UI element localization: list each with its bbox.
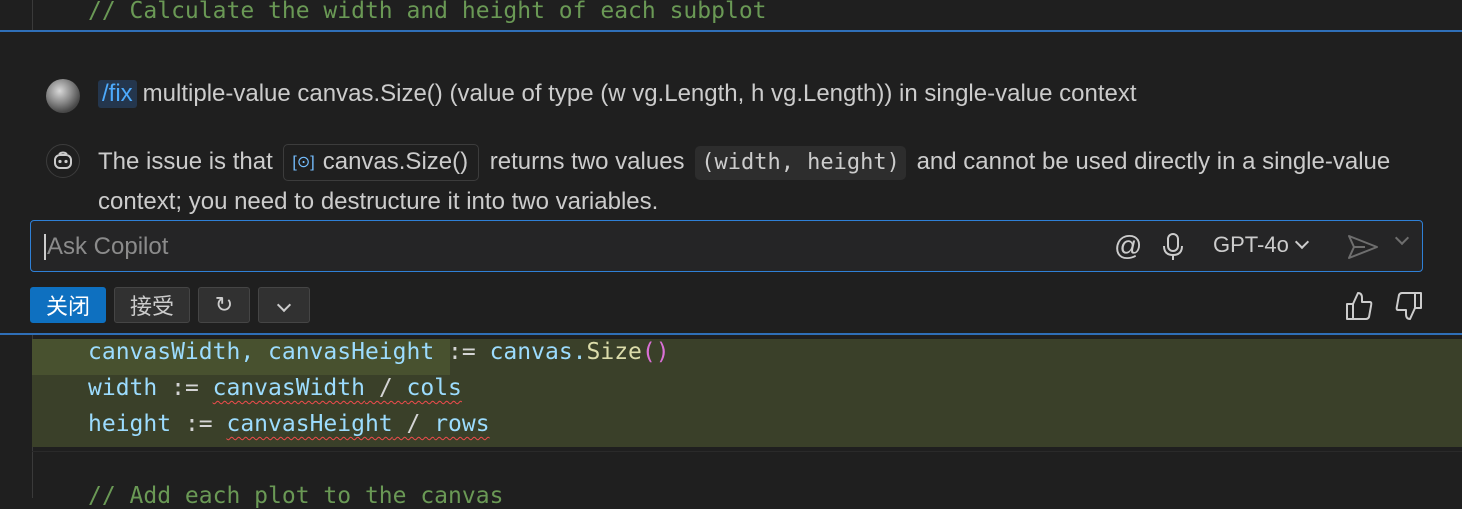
thumbs-up-icon[interactable]: [1344, 290, 1374, 322]
code-token: canvasWidth: [212, 375, 365, 401]
code-token: cols: [406, 375, 462, 401]
code-line-3: height := canvasHeight / rows: [88, 411, 490, 437]
code-token: canvas.: [489, 339, 587, 365]
send-icon[interactable]: [1345, 232, 1381, 262]
chevron-down-icon: [276, 297, 292, 313]
divider: [32, 451, 1462, 452]
code-token: :=: [157, 375, 213, 401]
code-token: canvasWidth, canvasHeight: [88, 339, 435, 365]
code-comment: // Calculate the width and height of eac…: [88, 0, 767, 24]
user-message: multiple-value canvas.Size() (value of t…: [142, 80, 1137, 107]
symbol-reference-chip[interactable]: [⊙] canvas.Size(): [283, 144, 480, 181]
model-picker[interactable]: GPT-4o: [1213, 232, 1309, 258]
code-token: :=: [434, 339, 490, 365]
code-line-2: width := canvasWidth / cols: [88, 375, 462, 401]
thumbs-down-icon[interactable]: [1394, 290, 1424, 322]
code-token: /: [392, 411, 435, 437]
editor-top-region: // Calculate the width and height of eac…: [0, 0, 1462, 30]
inline-code: (width, height): [695, 146, 906, 180]
chevron-down-icon: [1394, 230, 1410, 246]
accept-button[interactable]: 接受: [114, 287, 190, 323]
code-token: /: [364, 375, 407, 401]
refresh-icon: ↻: [214, 292, 234, 317]
code-token: rows: [434, 411, 490, 437]
user-request: /fix multiple-value canvas.Size() (value …: [98, 80, 1137, 108]
code-token: height: [88, 411, 172, 437]
at-mention-icon[interactable]: @: [1114, 230, 1142, 262]
close-button[interactable]: 关闭: [30, 287, 106, 323]
indent-guide: [32, 0, 33, 30]
code-token: Size: [586, 339, 642, 365]
code-token: width: [88, 375, 158, 401]
model-label: GPT-4o: [1213, 232, 1289, 257]
chat-input-box: @ GPT-4o: [30, 220, 1423, 273]
more-actions-button[interactable]: [258, 287, 310, 323]
code-comment: // Add each plot to the canvas: [88, 483, 504, 509]
send-options-button[interactable]: [1389, 230, 1410, 253]
code-editor-diff: canvasWidth, canvasHeight := canvas.Size…: [0, 335, 1462, 509]
code-token: :=: [171, 411, 227, 437]
copilot-icon: [46, 144, 80, 178]
chevron-down-icon: [1294, 234, 1309, 250]
symbol-reference-label: canvas.Size(): [322, 148, 469, 175]
inline-chat-widget: /fix multiple-value canvas.Size() (value …: [0, 30, 1462, 335]
code-token: (): [641, 339, 670, 365]
response-text: The issue is that: [98, 148, 273, 175]
microphone-icon[interactable]: [1159, 232, 1187, 262]
slash-command: /fix: [98, 80, 137, 108]
code-line-1: canvasWidth, canvasHeight := canvas.Size…: [88, 339, 670, 365]
regenerate-button[interactable]: ↻: [198, 287, 250, 323]
response-text: returns two values: [489, 148, 685, 175]
ask-copilot-input[interactable]: [45, 221, 949, 273]
symbol-method-icon: [⊙]: [292, 154, 315, 171]
code-token: canvasHeight: [226, 411, 393, 437]
copilot-response: The issue is that [⊙] canvas.Size() retur…: [98, 142, 1418, 222]
user-avatar: [46, 79, 80, 113]
